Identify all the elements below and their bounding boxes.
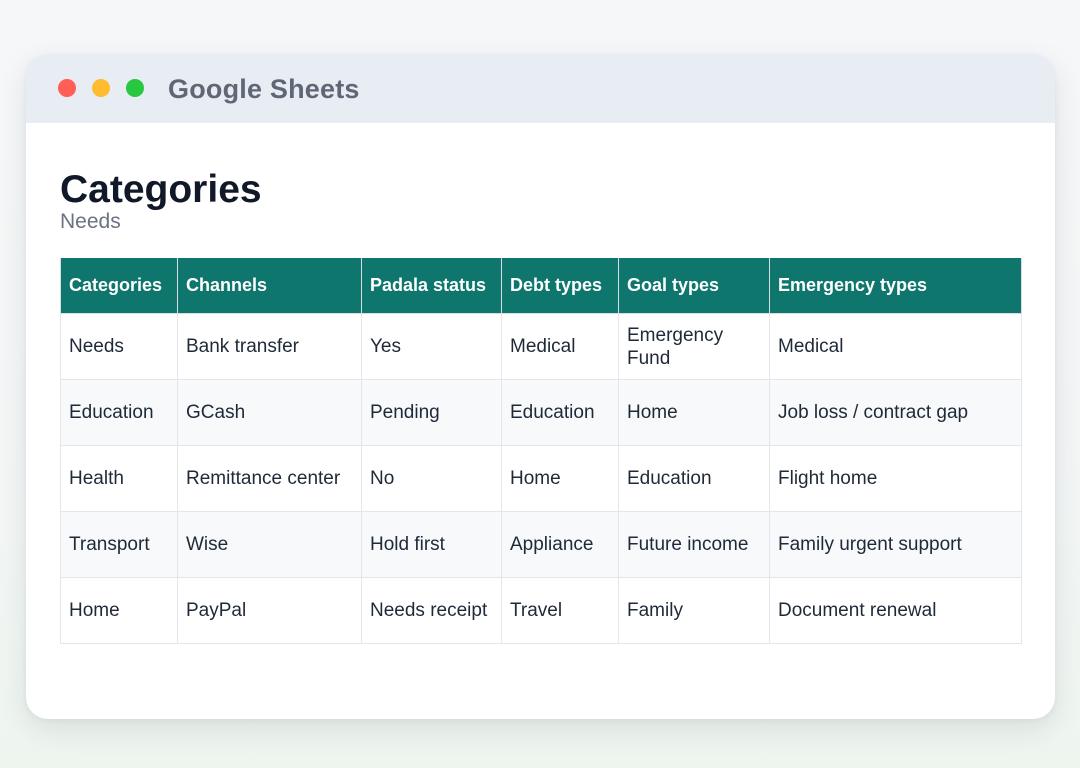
minimize-window-button[interactable] (92, 79, 110, 97)
title-bar: Google Sheets (26, 54, 1055, 123)
table-cell[interactable]: Wise (177, 511, 362, 578)
column-header-goal-types[interactable]: Goal types (618, 258, 770, 314)
sheet-content: Categories Needs Categories Channels Pad… (60, 168, 1022, 644)
table-cell[interactable]: Needs (60, 313, 178, 380)
table-cell[interactable]: Education (618, 445, 770, 512)
table-header-row: Categories Channels Padala status Debt t… (60, 258, 1022, 314)
table-cell[interactable]: Hold first (361, 511, 502, 578)
table-row: Health Remittance center No Home Educati… (60, 445, 1022, 512)
table-cell[interactable]: Yes (361, 313, 502, 380)
table-cell[interactable]: Education (501, 379, 619, 446)
close-window-button[interactable] (58, 79, 76, 97)
column-header-channels[interactable]: Channels (177, 258, 362, 314)
maximize-window-button[interactable] (126, 79, 144, 97)
table-cell[interactable]: Health (60, 445, 178, 512)
table-cell[interactable]: Emergency Fund (618, 313, 770, 380)
table-cell[interactable]: Pending (361, 379, 502, 446)
table-cell[interactable]: Education (60, 379, 178, 446)
table-cell[interactable]: Family (618, 577, 770, 644)
page-subtitle: Needs (60, 210, 121, 233)
table-row: Needs Bank transfer Yes Medical Emergenc… (60, 313, 1022, 380)
table-cell[interactable]: GCash (177, 379, 362, 446)
table-cell[interactable]: Remittance center (177, 445, 362, 512)
page-title: Categories (60, 168, 262, 211)
table-cell[interactable]: No (361, 445, 502, 512)
table-cell[interactable]: Bank transfer (177, 313, 362, 380)
table-cell[interactable]: Job loss / contract gap (769, 379, 1022, 446)
column-header-categories[interactable]: Categories (60, 258, 178, 314)
column-header-debt-types[interactable]: Debt types (501, 258, 619, 314)
table-cell[interactable]: Document renewal (769, 577, 1022, 644)
table-cell[interactable]: Home (618, 379, 770, 446)
app-title: Google Sheets (168, 74, 360, 104)
table-cell[interactable]: Needs receipt (361, 577, 502, 644)
table-cell[interactable]: Transport (60, 511, 178, 578)
table-cell[interactable]: Travel (501, 577, 619, 644)
table-cell[interactable]: Flight home (769, 445, 1022, 512)
table-row: Education GCash Pending Education Home J… (60, 379, 1022, 446)
column-header-emergency-types[interactable]: Emergency types (769, 258, 1022, 314)
table-cell[interactable]: Medical (501, 313, 619, 380)
table-row: Home PayPal Needs receipt Travel Family … (60, 577, 1022, 644)
table-row: Transport Wise Hold first Appliance Futu… (60, 511, 1022, 578)
column-header-padala-status[interactable]: Padala status (361, 258, 502, 314)
table-cell[interactable]: Future income (618, 511, 770, 578)
app-window: Google Sheets Categories Needs Categorie… (26, 54, 1055, 719)
table-cell[interactable]: Family urgent support (769, 511, 1022, 578)
table-cell[interactable]: Home (501, 445, 619, 512)
table-cell[interactable]: Medical (769, 313, 1022, 380)
categories-table: Categories Channels Padala status Debt t… (60, 258, 1022, 644)
table-cell[interactable]: Home (60, 577, 178, 644)
table-cell[interactable]: PayPal (177, 577, 362, 644)
table-cell[interactable]: Appliance (501, 511, 619, 578)
